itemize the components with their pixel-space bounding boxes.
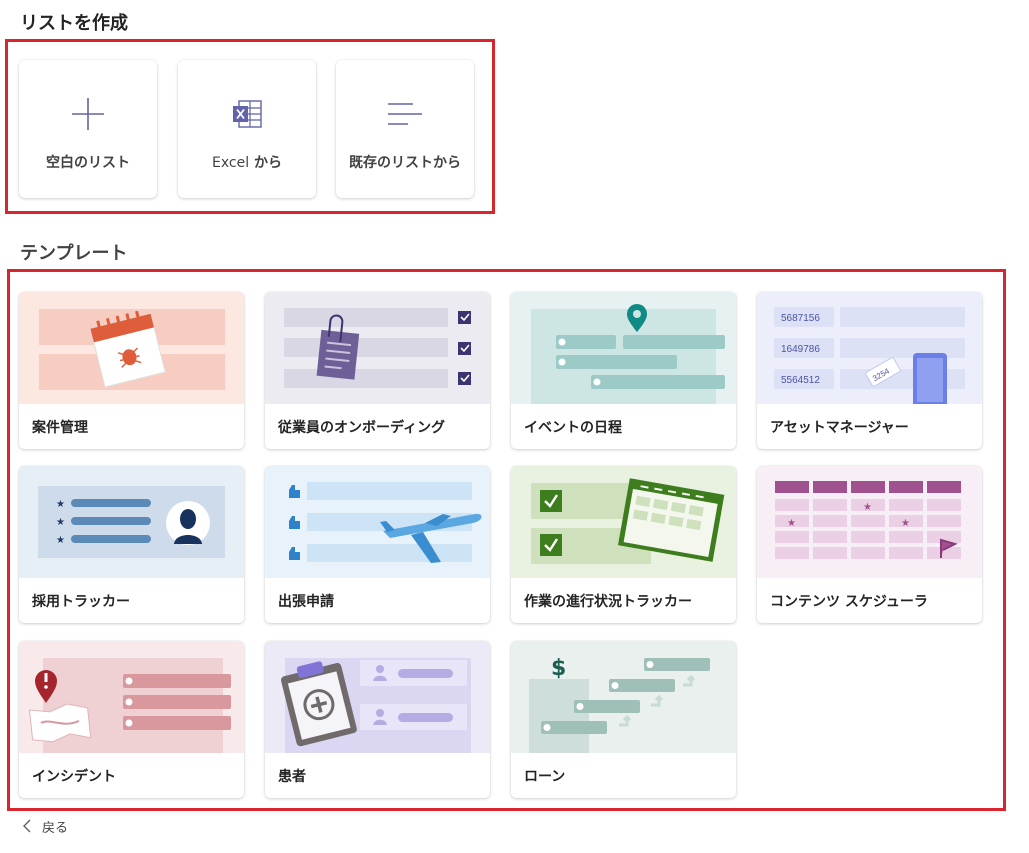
template-label: 出張申請 <box>278 594 334 610</box>
dollar-icon: $ <box>551 656 566 681</box>
star-icon: ★ <box>787 518 796 529</box>
blank-list-button[interactable]: 空白のリスト <box>19 60 157 198</box>
template-work-progress-tracker[interactable]: 作業の進行状況トラッカー <box>511 466 736 623</box>
chevron-left-icon <box>23 819 31 833</box>
asset-id-1: 5687156 <box>781 313 820 324</box>
asset-manager-illustration: 5687156 1649786 5564512 3254 <box>757 292 982 404</box>
template-label: 患者 <box>278 769 306 785</box>
template-patients[interactable]: 患者 <box>265 641 490 798</box>
excel-icon <box>233 100 262 128</box>
from-existing-list-label: 既存のリストから <box>349 155 461 171</box>
template-label: 採用トラッカー <box>32 594 130 610</box>
recruitment-illustration: ★ ★ ★ <box>19 466 244 578</box>
template-incidents[interactable]: インシデント <box>19 641 244 798</box>
star-icon: ★ <box>56 535 65 546</box>
template-label: イベントの日程 <box>524 420 622 436</box>
patients-illustration <box>265 641 490 753</box>
issue-tracker-illustration <box>19 292 244 404</box>
template-recruitment-tracker[interactable]: ★ ★ ★ 採用トラッカー <box>19 466 244 623</box>
from-excel-label: Excel から <box>212 155 282 171</box>
templates-heading: テンプレート <box>20 243 128 264</box>
asset-id-3: 5564512 <box>781 375 820 386</box>
template-employee-onboarding[interactable]: 従業員のオンボーディング <box>265 292 490 449</box>
template-label: インシデント <box>32 769 116 785</box>
star-icon: ★ <box>901 518 910 529</box>
blank-list-label: 空白のリスト <box>46 155 130 171</box>
from-existing-list-button[interactable]: 既存のリストから <box>336 60 474 198</box>
back-link[interactable]: 戻る <box>20 816 68 836</box>
template-issue-tracker[interactable]: 案件管理 <box>19 292 244 449</box>
template-travel-requests[interactable]: 出張申請 <box>265 466 490 623</box>
loans-illustration: $ <box>511 641 736 753</box>
star-icon: ★ <box>863 502 872 513</box>
template-label: アセットマネージャー <box>770 420 909 436</box>
asset-id-2: 1649786 <box>781 344 820 355</box>
star-icon: ★ <box>56 499 65 510</box>
existing-list-icon <box>388 103 422 125</box>
onboarding-illustration <box>265 292 490 404</box>
back-label: 戻る <box>42 820 69 836</box>
create-list-heading: リストを作成 <box>20 13 128 34</box>
template-label: ローン <box>524 769 566 785</box>
template-label: 案件管理 <box>32 420 88 436</box>
template-content-scheduler[interactable]: ★ ★ ★ コンテンツ スケジューラ <box>757 466 982 623</box>
travel-illustration <box>265 466 490 578</box>
template-label: 従業員のオンボーディング <box>278 420 446 436</box>
incidents-illustration <box>19 641 244 753</box>
template-label: 作業の進行状況トラッカー <box>524 594 692 610</box>
template-label: コンテンツ スケジューラ <box>770 594 928 610</box>
plus-icon <box>72 98 104 130</box>
star-icon: ★ <box>56 517 65 528</box>
from-excel-button[interactable]: Excel から <box>178 60 316 198</box>
event-itinerary-illustration <box>511 292 736 404</box>
template-event-itinerary[interactable]: イベントの日程 <box>511 292 736 449</box>
work-progress-illustration <box>511 466 736 578</box>
content-scheduler-illustration: ★ ★ ★ <box>757 466 982 578</box>
template-loans[interactable]: $ ローン <box>511 641 736 798</box>
template-asset-manager[interactable]: 5687156 1649786 5564512 3254 アセットマネージャー <box>757 292 982 449</box>
